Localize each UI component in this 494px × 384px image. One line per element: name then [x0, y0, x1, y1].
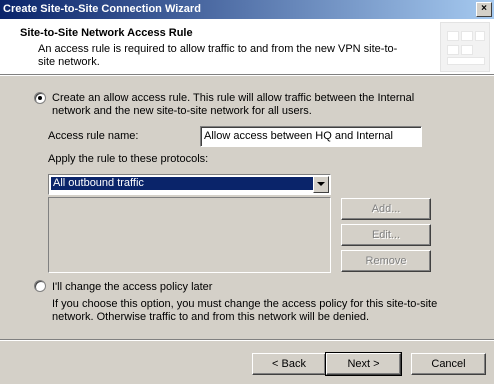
add-button[interactable]: Add... [341, 198, 431, 220]
chevron-down-icon[interactable] [313, 176, 329, 193]
radio-selected-dot [38, 96, 42, 100]
page-description: An access rule is required to allow traf… [38, 43, 398, 68]
close-button[interactable]: × [476, 2, 492, 17]
create-rule-radio[interactable] [34, 92, 46, 104]
header-divider [0, 74, 494, 76]
footer-divider [0, 339, 494, 341]
protocols-label: Apply the rule to these protocols: [48, 153, 209, 165]
create-rule-label: Create an allow access rule. This rule w… [52, 92, 415, 117]
cancel-button[interactable]: Cancel [411, 353, 486, 375]
protocols-listbox[interactable] [48, 197, 331, 273]
edit-button[interactable]: Edit... [341, 224, 431, 246]
title-bar[interactable]: Create Site-to-Site Connection Wizard × [0, 0, 494, 19]
wizard-graphic-icon [440, 22, 490, 72]
next-button[interactable]: Next > [325, 352, 402, 376]
protocols-selected-value: All outbound traffic [51, 177, 314, 190]
rule-name-value: Allow access between HQ and Internal [204, 130, 393, 142]
change-later-radio[interactable] [34, 280, 46, 292]
protocols-dropdown[interactable]: All outbound traffic [48, 174, 331, 195]
page-title: Site-to-Site Network Access Rule [20, 27, 193, 39]
change-later-description: If you choose this option, you must chan… [52, 298, 438, 323]
remove-button[interactable]: Remove [341, 250, 431, 272]
wizard-header: Site-to-Site Network Access Rule An acce… [0, 19, 494, 74]
back-button[interactable]: < Back [252, 353, 326, 375]
rule-name-input[interactable]: Allow access between HQ and Internal [200, 126, 422, 147]
rule-name-label: Access rule name: [48, 130, 139, 142]
close-icon: × [481, 3, 487, 14]
change-later-label: I'll change the access policy later [52, 281, 213, 293]
window-title: Create Site-to-Site Connection Wizard [3, 3, 201, 15]
